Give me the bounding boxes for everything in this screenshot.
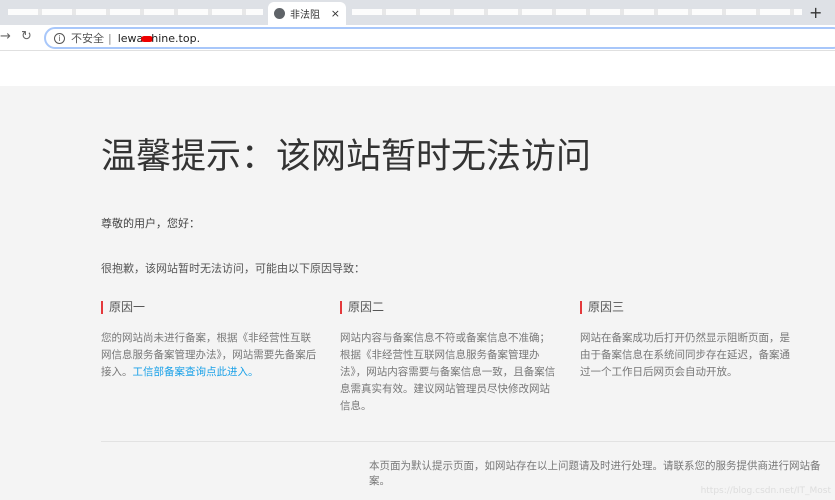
blurred-tabs[interactable] xyxy=(8,9,263,15)
footer-text: 本页面为默认提示页面，如网站存在以上问题请及时进行处理。请联系您的服务提供商进行… xyxy=(369,460,821,487)
miit-query-link[interactable]: 工信部备案查询点此进入。 xyxy=(133,366,259,378)
intro-text: 很抱歉，该网站暂时无法访问，可能由以下原因导致： xyxy=(101,262,365,275)
security-label: 不安全 xyxy=(71,32,104,45)
separator: | xyxy=(108,31,112,45)
reload-icon[interactable]: ↻ xyxy=(21,29,32,44)
reason-heading: 原因二 xyxy=(340,301,560,314)
globe-icon xyxy=(274,8,285,19)
reason-1: 原因一 您的网站尚未进行备案，根据《非经营性互联网信息服务备案管理办法》，网站需… xyxy=(101,301,321,381)
tab-strip: 非法阻 × + xyxy=(0,0,835,25)
tab-title: 非法阻 xyxy=(290,10,320,21)
reason-heading: 原因三 xyxy=(580,301,800,314)
watermark: https://blog.csdn.net/IT_Most xyxy=(700,486,831,496)
greeting: 尊敬的用户，您好： xyxy=(101,217,200,230)
address-bar[interactable]: i 不安全 | lewa hine.top. xyxy=(44,27,835,49)
blurred-tabs-right[interactable] xyxy=(352,9,802,15)
url-text[interactable]: lewa hine.top. xyxy=(118,32,200,45)
tab-active[interactable]: 非法阻 × xyxy=(268,2,346,25)
reason-2: 原因二 网站内容与备案信息不符或备案信息不准确；根据《非经营性互联网信息服务备案… xyxy=(340,301,560,415)
divider xyxy=(101,441,835,442)
forward-icon[interactable]: → xyxy=(0,29,11,44)
reason-heading: 原因一 xyxy=(101,301,321,314)
page-header-band xyxy=(0,51,835,86)
reason-text: 网站在备案成功后打开仍然显示阻断页面，是由于备案信息在系统间同步存在延迟，备案通… xyxy=(580,332,790,378)
toolbar: → ↻ i 不安全 | lewa hine.top. xyxy=(0,25,835,51)
close-tab-icon[interactable]: × xyxy=(331,7,340,20)
page-title: 温馨提示：该网站暂时无法访问 xyxy=(101,137,592,177)
reason-text: 网站内容与备案信息不符或备案信息不准确；根据《非经营性互联网信息服务备案管理办法… xyxy=(340,332,556,412)
reason-3: 原因三 网站在备案成功后打开仍然显示阻断页面，是由于备案信息在系统间同步存在延迟… xyxy=(580,301,800,381)
new-tab-button[interactable]: + xyxy=(809,3,822,22)
info-icon[interactable]: i xyxy=(54,32,65,44)
